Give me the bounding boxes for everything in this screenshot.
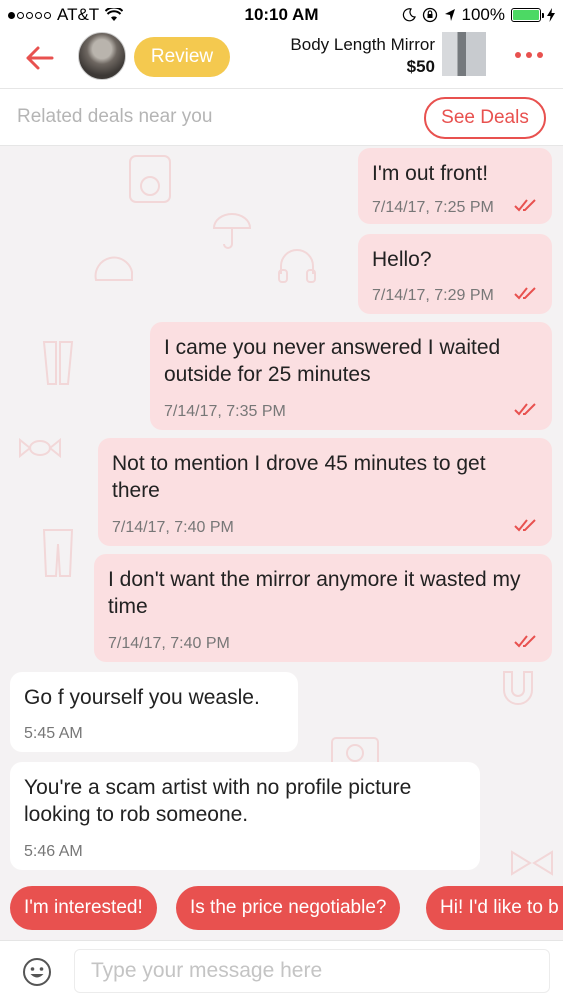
message-time: 7/14/17, 7:35 PM xyxy=(164,403,286,420)
message-time: 7/14/17, 7:40 PM xyxy=(112,519,234,536)
quick-reply-interested[interactable]: I'm interested! xyxy=(10,886,157,930)
battery-percent: 100% xyxy=(461,5,505,24)
clothes-doodle-icon xyxy=(42,341,74,385)
composer-bar xyxy=(0,940,563,1000)
message-bubble-incoming[interactable]: You're a scam artist with no profile pic… xyxy=(10,762,480,870)
status-right: 100% xyxy=(402,5,555,25)
message-text: You're a scam artist with no profile pic… xyxy=(24,776,412,826)
double-check-icon xyxy=(514,403,536,416)
message-bubble-outgoing[interactable]: Not to mention I drove 45 minutes to get… xyxy=(98,438,552,546)
double-check-icon xyxy=(514,635,536,648)
message-text: I'm out front! xyxy=(372,162,489,185)
message-bubble-outgoing[interactable]: I came you never answered I waited outsi… xyxy=(150,322,552,430)
avatar[interactable] xyxy=(78,32,126,80)
related-deals-text: Related deals near you xyxy=(17,106,213,127)
pants-doodle-icon xyxy=(42,529,74,577)
message-text: Hello? xyxy=(372,248,432,271)
item-thumbnail[interactable] xyxy=(442,32,486,76)
quick-reply-negotiable[interactable]: Is the price negotiable? xyxy=(176,886,401,930)
quick-replies: I'm interested! Is the price negotiable?… xyxy=(0,884,563,934)
message-text: I came you never answered I waited outsi… xyxy=(164,336,501,386)
chat-thread[interactable]: I'm out front! 7/14/17, 7:25 PM Hello? 7… xyxy=(0,146,563,940)
related-deals-bar: Related deals near you See Deals xyxy=(0,88,563,146)
message-text: Go f yourself you weasle. xyxy=(24,686,260,709)
moon-icon xyxy=(402,8,416,22)
review-button[interactable]: Review xyxy=(134,37,230,77)
message-bubble-outgoing[interactable]: I'm out front! 7/14/17, 7:25 PM xyxy=(358,148,552,224)
more-dots-icon[interactable] xyxy=(515,46,543,64)
item-info[interactable]: Body Length Mirror $50 xyxy=(290,34,435,78)
message-time: 7/14/17, 7:29 PM xyxy=(372,287,494,304)
message-input[interactable] xyxy=(74,949,550,993)
message-time: 5:46 AM xyxy=(24,843,83,860)
message-time: 7/14/17, 7:40 PM xyxy=(108,635,230,652)
battery-fill xyxy=(513,10,539,20)
umbrella-doodle-icon xyxy=(212,213,252,249)
message-text: Not to mention I drove 45 minutes to get… xyxy=(112,452,486,502)
rotation-lock-icon xyxy=(422,7,437,23)
chat-header: Review Body Length Mirror $50 xyxy=(0,30,563,88)
status-bar: AT&T 10:10 AM 100% xyxy=(0,0,563,30)
double-check-icon xyxy=(514,287,536,300)
charging-bolt-icon xyxy=(547,8,555,22)
see-deals-button[interactable]: See Deals xyxy=(424,97,546,139)
quick-reply-greeting[interactable]: Hi! I'd like to b xyxy=(426,886,563,930)
battery-icon xyxy=(511,8,544,22)
message-text: I don't want the mirror anymore it waste… xyxy=(108,568,521,618)
item-title: Body Length Mirror xyxy=(290,35,435,54)
magnet-doodle-icon xyxy=(503,671,533,705)
double-check-icon xyxy=(514,199,536,212)
helmet-doodle-icon xyxy=(94,256,133,281)
headphones-doodle-icon xyxy=(278,249,316,283)
message-bubble-incoming[interactable]: Go f yourself you weasle. 5:45 AM xyxy=(10,672,298,752)
location-arrow-icon xyxy=(444,9,455,21)
double-check-icon xyxy=(514,519,536,532)
item-price: $50 xyxy=(406,57,435,76)
message-bubble-outgoing[interactable]: I don't want the mirror anymore it waste… xyxy=(94,554,552,662)
ipod-doodle-icon xyxy=(129,155,171,203)
emoji-icon[interactable] xyxy=(22,957,52,987)
message-time: 5:45 AM xyxy=(24,725,83,742)
back-arrow-icon[interactable] xyxy=(22,40,58,76)
message-time: 7/14/17, 7:25 PM xyxy=(372,199,494,216)
bowtie-doodle-icon xyxy=(511,850,553,876)
candy-doodle-icon xyxy=(19,437,61,459)
message-bubble-outgoing[interactable]: Hello? 7/14/17, 7:29 PM xyxy=(358,234,552,314)
